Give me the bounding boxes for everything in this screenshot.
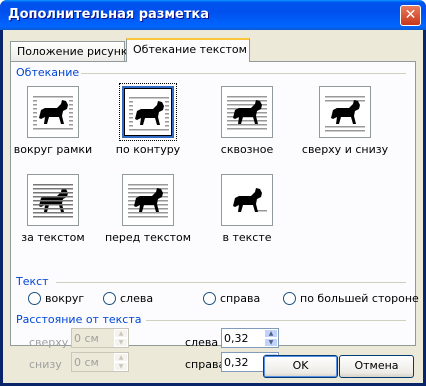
top-distance-input: 0 см ▲ ▼ (71, 328, 129, 348)
window-title: Дополнительная разметка (8, 7, 209, 22)
wrap-option-label: сквозное (220, 143, 274, 156)
close-button[interactable]: ✕ (400, 5, 421, 26)
in-front-text-icon (126, 180, 170, 223)
radio-circle-icon (28, 292, 41, 305)
wrap-option-2-button[interactable] (221, 86, 273, 138)
spin-down-icon[interactable]: ▼ (264, 338, 278, 347)
wrap-option-label: по контуру (115, 143, 181, 156)
tab-text-wrapping[interactable]: Обтекание текстом (126, 38, 250, 62)
square-wrap-icon (31, 92, 75, 135)
radio-label: слева (120, 292, 154, 305)
radio-label: по большей стороне (300, 292, 419, 305)
divider (146, 320, 406, 321)
bottom-distance-label: снизу (29, 358, 62, 371)
wrap-option-0-button[interactable] (27, 86, 79, 138)
spin-down-icon: ▼ (114, 338, 128, 347)
divider (81, 73, 406, 74)
bottom-distance-input: 0 см ▲ ▼ (71, 352, 129, 372)
radio-circle-icon (283, 292, 296, 305)
inline-text-icon (225, 180, 269, 223)
cancel-button[interactable]: Отмена (339, 355, 414, 378)
radio-wrap-right[interactable]: справа (203, 292, 260, 305)
wrap-option-label: в тексте (222, 231, 272, 244)
group-wrapping-label: Обтекание (16, 66, 80, 79)
tab-picture-position[interactable]: Положение рисунка (10, 41, 134, 61)
behind-text-icon (31, 180, 75, 223)
radio-label: справа (220, 292, 261, 305)
tab-panel: Обтекание вокруг рамки по контуру сквозное… (10, 61, 419, 346)
wrap-option-3-button[interactable] (319, 86, 371, 138)
title-bar[interactable]: Дополнительная разметка ✕ (0, 0, 426, 30)
radio-wrap-left[interactable]: слева (103, 292, 153, 305)
spin-up-icon[interactable]: ▲ (264, 329, 278, 338)
wrap-option-5-button[interactable] (122, 174, 174, 226)
spin-down-icon: ▼ (114, 362, 128, 371)
wrap-option-label: сверху и снизу (301, 143, 389, 156)
wrap-option-label: перед текстом (104, 231, 192, 244)
right-distance-label: справа (185, 358, 226, 371)
radio-label: вокруг (45, 292, 85, 305)
group-text-label: Текст (16, 275, 49, 288)
left-distance-label: слева (185, 336, 219, 349)
radio-circle-icon (203, 292, 216, 305)
spin-up-icon: ▲ (114, 329, 128, 338)
group-distance-label: Расстояние от текста (16, 313, 142, 326)
radio-wrap-largest[interactable]: по большей стороне (283, 292, 419, 305)
tight-wrap-icon (127, 93, 171, 136)
wrap-option-4-button[interactable] (27, 174, 79, 226)
wrap-option-label: за текстом (21, 231, 85, 244)
radio-wrap-both[interactable]: вокруг (28, 292, 84, 305)
dialog-body: Положение рисунка Обтекание текстом Обте… (3, 30, 423, 383)
wrap-option-6-button[interactable] (221, 174, 273, 226)
left-distance-input[interactable]: 0,32 см▲▼ (221, 328, 279, 348)
dialog-window: Дополнительная разметка ✕ Положение рису… (0, 0, 426, 386)
wrap-option-1-button[interactable] (119, 83, 177, 141)
radio-circle-icon (103, 292, 116, 305)
through-wrap-icon (225, 92, 269, 135)
wrap-option-label: вокруг рамки (13, 143, 93, 156)
divider (56, 282, 406, 283)
spin-up-icon: ▲ (114, 353, 128, 362)
top-distance-label: сверху (29, 336, 69, 349)
top-bottom-wrap-icon (323, 92, 367, 135)
ok-button[interactable]: OK (263, 355, 338, 378)
